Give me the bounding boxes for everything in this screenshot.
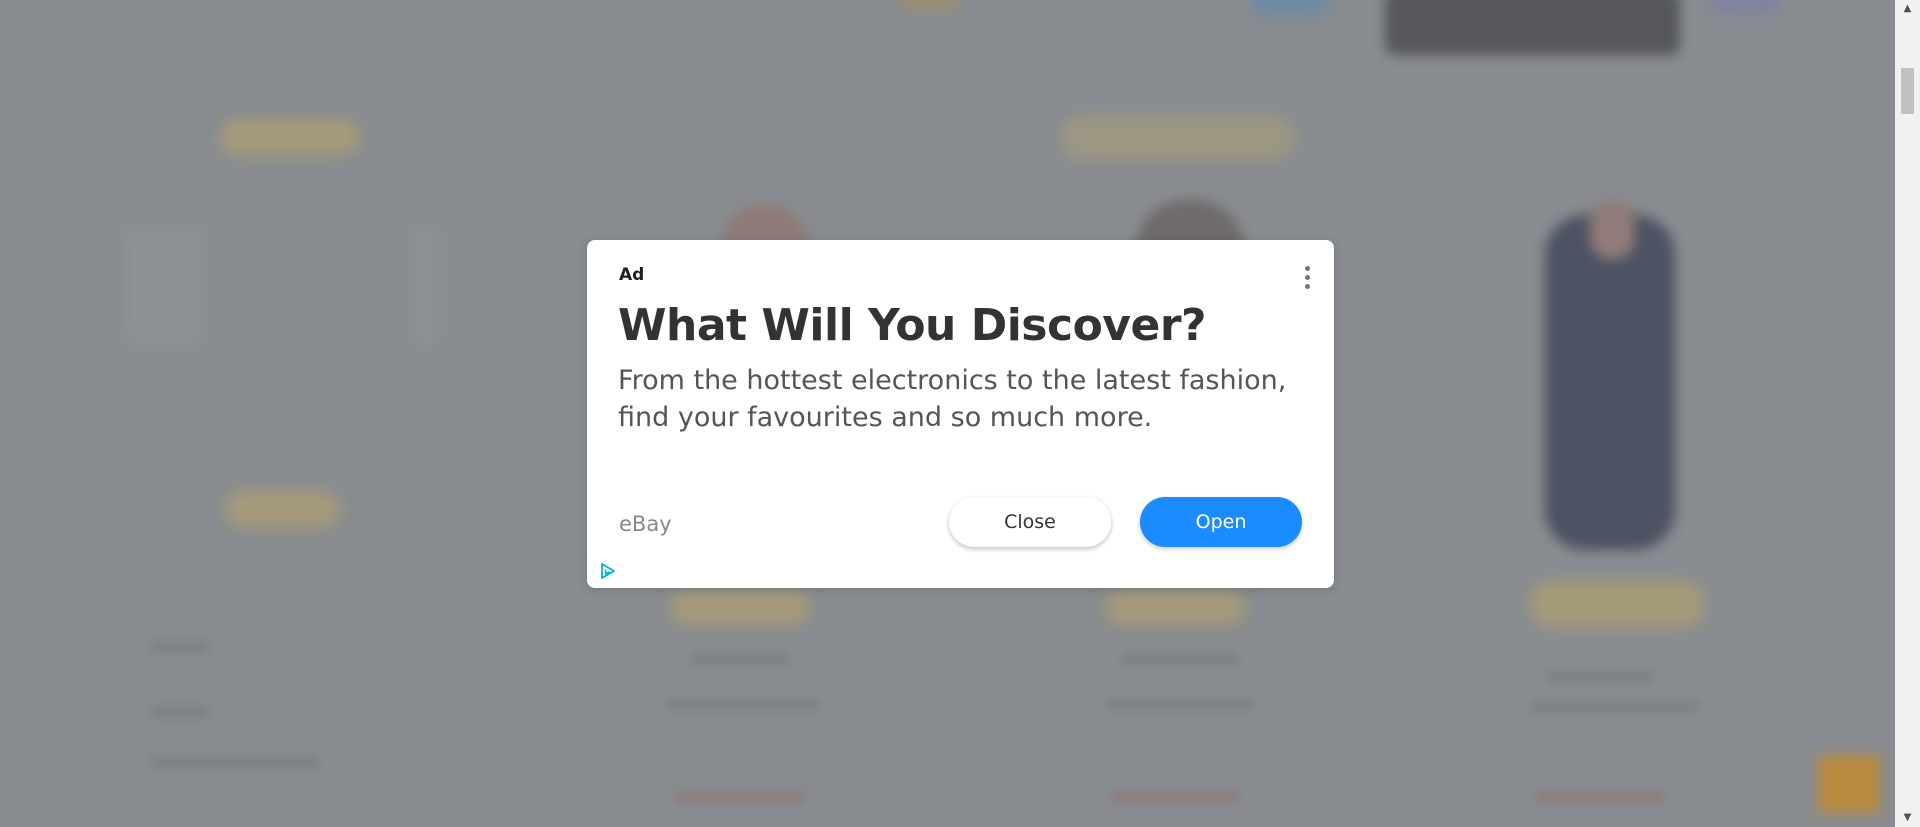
bg-product-image	[1590, 200, 1635, 260]
bg-floating-button	[1818, 755, 1880, 813]
bg-side-image	[125, 225, 205, 345]
bg-top-blob-3	[1710, 0, 1780, 13]
bg-pill	[1105, 590, 1245, 625]
more-vert-icon[interactable]	[1299, 262, 1315, 292]
bg-text-line	[1545, 670, 1655, 684]
vertical-scrollbar[interactable]: ▲ ▼	[1895, 0, 1920, 827]
bg-top-blob-2	[900, 0, 960, 10]
ad-modal: Ad What Will You Discover? From the hott…	[587, 240, 1334, 588]
bg-top-blob	[1250, 0, 1330, 15]
bg-text-line	[150, 640, 210, 654]
bg-pill	[220, 118, 360, 156]
scroll-thumb[interactable]	[1901, 68, 1914, 114]
bg-pill	[225, 490, 340, 528]
bg-pill	[670, 590, 810, 625]
ad-title: What Will You Discover?	[618, 300, 1207, 351]
ad-advertiser-name: eBay	[619, 512, 672, 536]
bg-text-line	[690, 652, 790, 666]
adchoices-icon[interactable]	[599, 562, 617, 580]
ad-label: Ad	[619, 265, 645, 285]
bg-product-image	[1545, 215, 1675, 550]
bg-text-line	[150, 755, 320, 769]
bg-text-line	[675, 790, 805, 804]
bg-text-line	[1120, 652, 1240, 666]
bg-text-line	[1105, 698, 1255, 712]
bg-pill	[1530, 580, 1705, 628]
bg-text-line	[1110, 790, 1240, 804]
close-button[interactable]: Close	[949, 497, 1111, 547]
bg-text-line	[1535, 790, 1665, 804]
bg-side-image	[410, 225, 440, 345]
open-button[interactable]: Open	[1140, 497, 1302, 547]
bg-pill	[1060, 115, 1295, 160]
bg-text-line	[1530, 700, 1700, 714]
scroll-up-arrow[interactable]: ▲	[1895, 0, 1920, 18]
scroll-down-arrow[interactable]: ▼	[1895, 809, 1920, 827]
bg-top-image	[1385, 0, 1680, 55]
ad-body-text: From the hottest electronics to the late…	[618, 365, 1287, 433]
bg-text-line	[150, 705, 210, 719]
bg-text-line	[665, 698, 820, 712]
